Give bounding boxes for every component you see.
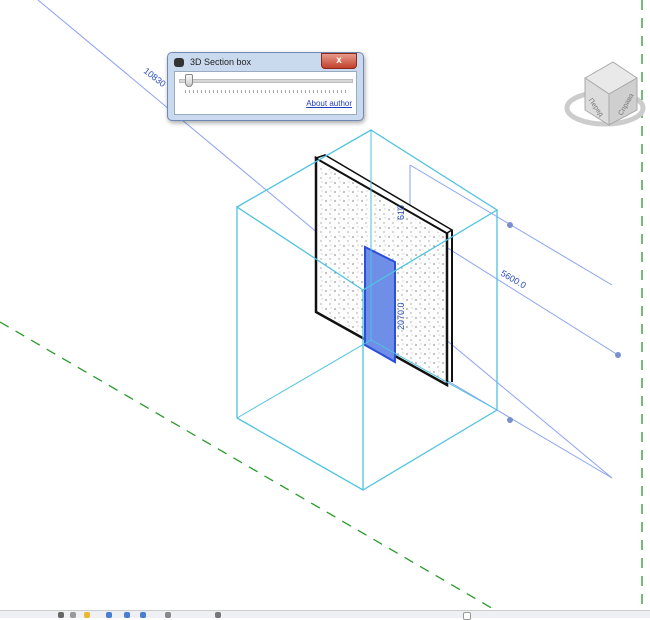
dialog-title: 3D Section box: [190, 57, 252, 67]
sun-icon[interactable]: [84, 612, 90, 618]
slider-thumb[interactable]: [185, 74, 193, 87]
section-box-dialog: 3D Section box x About author: [167, 52, 364, 121]
viewcube[interactable]: Перед Справа: [564, 61, 646, 127]
app-icon: [174, 58, 184, 67]
detail-level-icon[interactable]: [70, 612, 76, 618]
lock-icon[interactable]: [165, 612, 171, 618]
hide-icon[interactable]: [140, 612, 146, 618]
close-button[interactable]: x: [321, 53, 357, 69]
crop-icon[interactable]: [124, 612, 130, 618]
section-slider[interactable]: [179, 79, 353, 83]
about-author-link[interactable]: About author: [306, 99, 352, 108]
shadows-icon[interactable]: [106, 612, 112, 618]
dimension-door-height: 2070.0: [396, 302, 406, 330]
analytics-icon[interactable]: [215, 612, 221, 618]
scroll-box[interactable]: [463, 612, 471, 620]
slider-ticks: [185, 90, 349, 93]
scale-icon[interactable]: [58, 612, 64, 618]
dimension-small: 610: [396, 205, 406, 220]
dimension-length: 10830: [142, 66, 168, 89]
dimension-width: 5600.0: [499, 268, 528, 290]
